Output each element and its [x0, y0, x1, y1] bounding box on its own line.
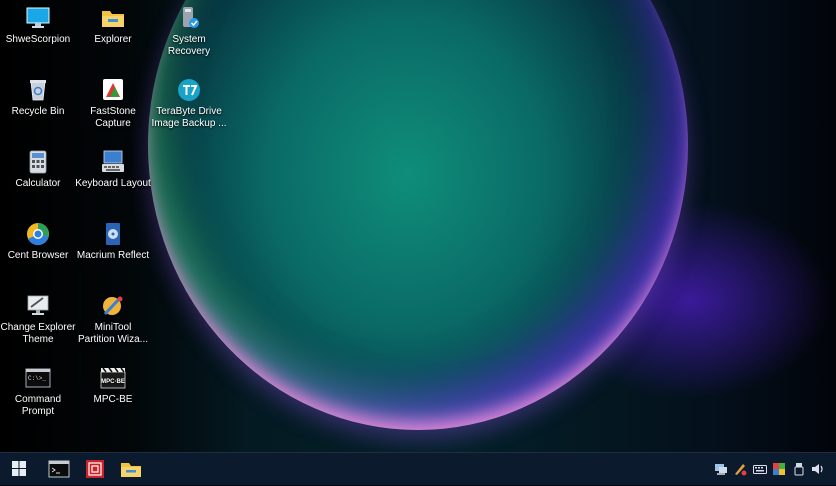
mpc-be-icon: MPC·BE	[100, 367, 126, 389]
cent-browser-icon	[27, 223, 49, 246]
desktop-icon-label: Command Prompt	[14, 394, 62, 417]
windows-icon	[12, 461, 26, 476]
cmd-prompt-text: C:\>_	[28, 375, 46, 382]
desktop-icon-shwescorpion[interactable]: ShweScorpion	[0, 6, 76, 46]
desktop-icon-label: TeraByte Drive Image Backup ...	[151, 106, 227, 129]
desktop-icon-label: Recycle Bin	[11, 106, 65, 117]
monitor-icon	[26, 7, 50, 28]
desktop-icon-system-recovery[interactable]: System Recovery	[151, 6, 227, 58]
desktop-icon-minitool[interactable]: MiniTool Partition Wiza...	[75, 294, 151, 346]
network-icon[interactable]	[714, 462, 728, 476]
desktop-icon-label: Explorer	[94, 34, 132, 45]
folder-icon	[102, 11, 124, 27]
desktop-icon-label: Keyboard Layout	[75, 178, 151, 189]
color-icon[interactable]	[772, 462, 786, 476]
desktop-icon-label: Calculator	[15, 178, 61, 189]
desktop-icon-change-explorer-theme[interactable]: Change Explorer Theme	[0, 294, 76, 346]
cmd-icon	[48, 460, 70, 478]
desktop-icon-label: MPC-BE	[93, 394, 133, 405]
desktop-icon-label: Change Explorer Theme	[0, 322, 76, 345]
desktop-icon-label: FastStone Capture	[90, 106, 136, 129]
volume-icon[interactable]	[811, 462, 825, 476]
recycle-bin-icon	[30, 80, 46, 101]
app-taskbar-button[interactable]	[80, 457, 110, 481]
desktop-icon-label: MiniTool Partition Wiza...	[77, 322, 149, 345]
minitool-icon	[103, 296, 123, 316]
mpc-badge: MPC·BE	[101, 379, 125, 385]
desktop: ShweScorpion Explorer System Recovery Re…	[0, 0, 836, 452]
desktop-icon-label: System Recovery	[167, 34, 211, 57]
calculator-icon	[29, 150, 47, 174]
faststone-icon	[103, 79, 123, 100]
desktop-icon-recycle-bin[interactable]: Recycle Bin	[0, 78, 76, 118]
keyboard-icon	[102, 150, 124, 172]
desktop-icon-label: Cent Browser	[7, 250, 69, 261]
taskbar	[0, 452, 836, 485]
theme-icon	[27, 295, 49, 315]
desktop-icon-calculator[interactable]: Calculator	[0, 150, 76, 190]
macrium-icon	[106, 223, 120, 245]
desktop-icon-mpc-be[interactable]: MPC·BE MPC-BE	[75, 366, 151, 406]
desktop-icon-terabyte[interactable]: TeraByte Drive Image Backup ...	[151, 78, 227, 130]
cmd-icon: C:\>_	[25, 368, 51, 388]
terabyte-icon	[178, 79, 200, 101]
folder-icon	[121, 463, 141, 477]
desktop-icon-command-prompt[interactable]: C:\>_ Command Prompt	[0, 366, 76, 418]
desktop-icon-explorer[interactable]: Explorer	[75, 6, 151, 46]
desktop-icon-label: Macrium Reflect	[76, 250, 150, 261]
cmd-taskbar-button[interactable]	[44, 457, 74, 481]
usb-icon[interactable]	[792, 462, 806, 476]
pen-icon[interactable]	[733, 462, 747, 476]
keyboard-icon[interactable]	[753, 462, 767, 476]
desktop-icon-label: ShweScorpion	[5, 34, 71, 45]
desktop-icon-keyboard-layout[interactable]: Keyboard Layout	[75, 150, 151, 190]
recovery-icon	[183, 7, 199, 28]
wallpaper-orb	[148, 0, 688, 430]
red-app-icon	[86, 460, 104, 478]
desktop-icon-macrium-reflect[interactable]: Macrium Reflect	[75, 222, 151, 262]
start-button[interactable]	[4, 457, 34, 481]
explorer-taskbar-button[interactable]	[116, 457, 146, 481]
desktop-icon-faststone-capture[interactable]: FastStone Capture	[75, 78, 151, 130]
desktop-icon-cent-browser[interactable]: Cent Browser	[0, 222, 76, 262]
